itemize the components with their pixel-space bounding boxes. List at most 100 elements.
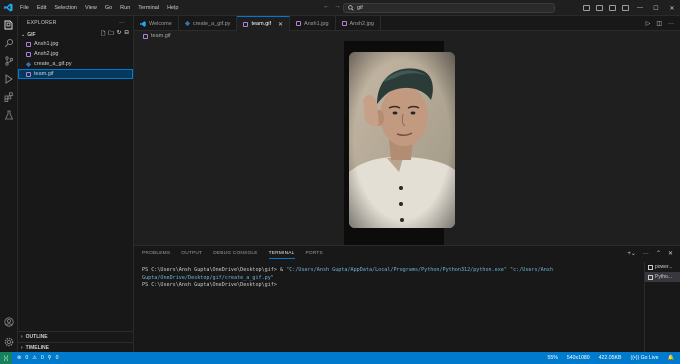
toggle-panel-icon[interactable] bbox=[596, 5, 603, 11]
ports-count[interactable]: 0 bbox=[56, 355, 59, 361]
menu-view[interactable]: View bbox=[81, 5, 101, 11]
customize-layout-icon[interactable] bbox=[622, 5, 629, 11]
run-debug-icon[interactable] bbox=[0, 70, 18, 88]
image-file-icon bbox=[296, 21, 302, 26]
explorer-sidebar: EXPLORER ··· ⌄ GIF 🗋 🗀 ↻ ⊟ Ansh1.jpg Ans… bbox=[18, 16, 134, 352]
outline-section[interactable]: › OUTLINE bbox=[18, 331, 134, 341]
terminal-output[interactable]: PS C:\Users\Ansh Gupta\OneDrive\Desktop\… bbox=[142, 267, 637, 290]
file-item[interactable]: create_a_gif.py bbox=[18, 59, 133, 69]
close-panel-icon[interactable]: ✕ bbox=[668, 250, 673, 257]
image-file-icon bbox=[143, 33, 148, 39]
warning-count[interactable]: 0 bbox=[41, 355, 44, 361]
tab-problems[interactable]: PROBLEMS bbox=[142, 251, 170, 256]
settings-gear-icon[interactable] bbox=[0, 333, 18, 351]
image-file-icon bbox=[243, 21, 249, 27]
menu-help[interactable]: Help bbox=[163, 5, 182, 11]
menu-terminal[interactable]: Terminal bbox=[134, 5, 163, 11]
testing-icon[interactable] bbox=[0, 106, 18, 124]
maximize-icon[interactable]: ☐ bbox=[648, 5, 664, 12]
back-arrow-icon[interactable]: ← bbox=[323, 3, 334, 10]
close-tab-icon[interactable]: ✕ bbox=[278, 21, 283, 28]
menu-edit[interactable]: Edit bbox=[33, 5, 50, 11]
image-file-icon bbox=[26, 51, 31, 57]
error-icon: ⊗ bbox=[17, 355, 22, 361]
remote-icon[interactable]: ⟩⟨ bbox=[0, 352, 12, 364]
refresh-icon[interactable]: ↻ bbox=[117, 30, 122, 39]
menu-selection[interactable]: Selection bbox=[50, 5, 81, 11]
tab-welcome[interactable]: Welcome bbox=[134, 16, 179, 31]
activity-bar bbox=[0, 16, 18, 352]
menu-file[interactable]: File bbox=[16, 5, 33, 11]
folder-label: GIF bbox=[27, 31, 36, 38]
file-label: Ansh1.jpg bbox=[34, 41, 59, 47]
breadcrumb-file[interactable]: team.gif bbox=[151, 33, 171, 39]
search-icon bbox=[348, 5, 354, 11]
new-terminal-icon[interactable]: +⌄ bbox=[627, 250, 636, 257]
tab-ansh2[interactable]: Ansh2.jpg bbox=[336, 16, 381, 31]
image-file-icon bbox=[26, 71, 31, 77]
editor-actions: ▷ ◫ ··· bbox=[646, 16, 680, 31]
chevron-right-icon: › bbox=[21, 333, 23, 340]
more-actions-icon[interactable]: ··· bbox=[119, 20, 125, 26]
new-file-icon[interactable]: 🗋 bbox=[101, 30, 105, 39]
image-dimensions: 540x1080 bbox=[566, 355, 590, 361]
image-file-icon bbox=[341, 21, 347, 26]
tab-output[interactable]: OUTPUT bbox=[181, 251, 202, 256]
tab-label: create_a_gif.py bbox=[192, 20, 231, 27]
terminal-item-python[interactable]: Pytho... bbox=[645, 272, 680, 282]
menu-run[interactable]: Run bbox=[116, 5, 134, 11]
file-label: Ansh2.jpg bbox=[34, 51, 59, 57]
command-center-search[interactable]: gif bbox=[343, 3, 555, 13]
go-live-button[interactable]: ((•)) Go Live bbox=[630, 355, 658, 361]
terminal-item-powershell[interactable]: power... bbox=[645, 262, 680, 272]
tab-terminal[interactable]: TERMINAL bbox=[268, 251, 295, 259]
file-item[interactable]: Ansh2.jpg bbox=[18, 49, 133, 59]
search-icon[interactable] bbox=[0, 34, 18, 52]
broadcast-icon: ((•)) bbox=[630, 355, 641, 361]
tab-create-a-gif[interactable]: create_a_gif.py bbox=[179, 16, 238, 31]
split-editor-icon[interactable]: ◫ bbox=[656, 20, 662, 27]
file-item[interactable]: Ansh1.jpg bbox=[18, 39, 133, 49]
maximize-panel-icon[interactable]: ⌃ bbox=[656, 250, 661, 257]
zoom-level[interactable]: 55% bbox=[547, 355, 557, 361]
explorer-icon[interactable] bbox=[0, 16, 18, 34]
image-preview-editor bbox=[134, 41, 680, 245]
panel-actions: +⌄ ··· ⌃ ✕ bbox=[627, 246, 680, 261]
tab-label: Ansh2.jpg bbox=[349, 20, 374, 27]
python-file-icon bbox=[184, 20, 190, 27]
more-actions-icon[interactable]: ··· bbox=[643, 251, 649, 257]
minimize-icon[interactable]: — bbox=[632, 5, 648, 11]
terminal-item-label: power... bbox=[655, 264, 673, 270]
toggle-secondary-sidebar-icon[interactable] bbox=[609, 5, 616, 11]
tab-debug-console[interactable]: DEBUG CONSOLE bbox=[213, 251, 257, 256]
nav-arrows: ←→ bbox=[323, 3, 345, 10]
extensions-icon[interactable] bbox=[0, 88, 18, 106]
timeline-section[interactable]: › TIMELINE bbox=[18, 342, 134, 352]
toggle-sidebar-icon[interactable] bbox=[583, 5, 590, 11]
tab-ansh1[interactable]: Ansh1.jpg bbox=[290, 16, 336, 31]
image-file-icon bbox=[26, 41, 31, 47]
bottom-panel: PROBLEMS OUTPUT DEBUG CONSOLE TERMINAL P… bbox=[134, 245, 680, 353]
folder-gif[interactable]: ⌄ GIF 🗋 🗀 ↻ ⊟ bbox=[18, 30, 133, 39]
error-count[interactable]: 0 bbox=[25, 355, 28, 361]
terminal-item-label: Pytho... bbox=[655, 274, 672, 280]
account-icon[interactable] bbox=[0, 313, 18, 331]
breadcrumb: team.gif bbox=[134, 31, 680, 41]
source-control-icon[interactable] bbox=[0, 52, 18, 70]
status-right: 55% 540x1080 422.05KB ((•)) Go Live 🔔 bbox=[547, 355, 680, 361]
more-actions-icon[interactable]: ··· bbox=[668, 21, 674, 27]
explorer-header: EXPLORER ··· bbox=[18, 16, 133, 30]
collapse-all-icon[interactable]: ⊟ bbox=[124, 30, 129, 39]
file-item-selected[interactable]: team.gif bbox=[18, 69, 133, 79]
tab-team-gif[interactable]: team.gif ✕ bbox=[237, 16, 291, 31]
run-icon[interactable]: ▷ bbox=[646, 20, 651, 27]
terminal-line: PS C:\Users\Ansh Gupta\OneDrive\Desktop\… bbox=[142, 282, 277, 288]
chevron-down-icon: ⌄ bbox=[21, 31, 26, 38]
tab-ports[interactable]: PORTS bbox=[306, 251, 323, 256]
new-folder-icon[interactable]: 🗀 bbox=[108, 30, 114, 39]
close-window-icon[interactable]: ✕ bbox=[664, 5, 680, 12]
notifications-bell-icon[interactable]: 🔔 bbox=[668, 355, 674, 361]
search-text: gif bbox=[357, 5, 363, 11]
menu-go[interactable]: Go bbox=[101, 5, 116, 11]
terminal-prompt: PS C:\Users\Ansh Gupta\OneDrive\Desktop\… bbox=[142, 267, 287, 273]
